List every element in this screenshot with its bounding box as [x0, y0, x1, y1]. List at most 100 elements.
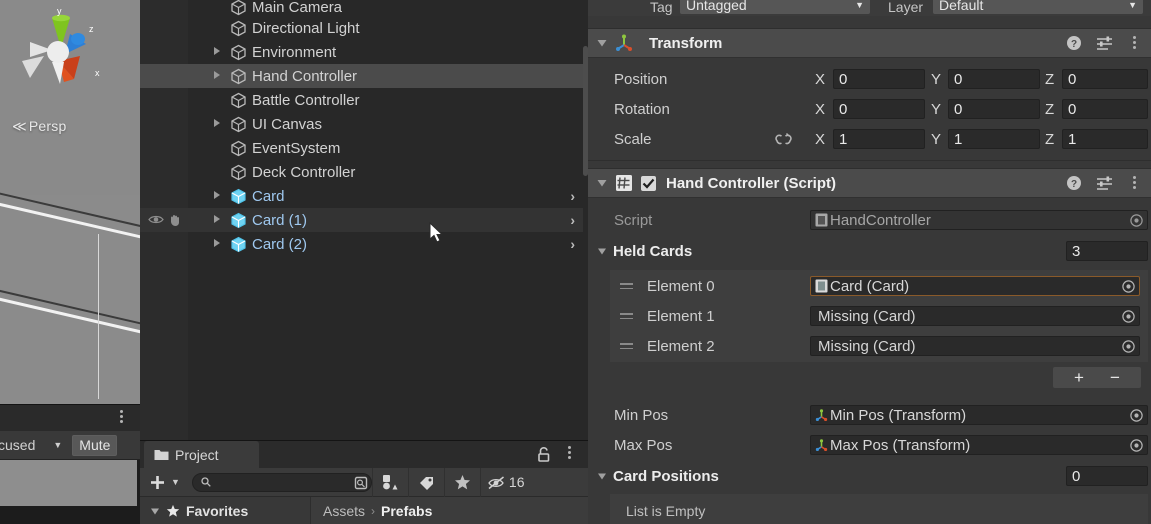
hierarchy-item-main-camera[interactable]: Main Camera [140, 0, 588, 16]
foldout-triangle-icon[interactable] [150, 506, 160, 516]
scale-y-field[interactable]: 1 [948, 129, 1040, 149]
position-y-field[interactable]: 0 [948, 69, 1040, 89]
open-prefab-chevron-icon[interactable]: › [570, 188, 575, 204]
component-header-transform[interactable]: Transform ? [588, 28, 1151, 58]
svg-text:?: ? [1071, 179, 1077, 190]
hand-controller-enabled-checkbox[interactable] [641, 175, 656, 191]
expand-twisty-icon[interactable] [212, 46, 224, 58]
project-filter-label[interactable] [407, 467, 444, 497]
project-more-options-icon[interactable] [562, 446, 576, 462]
expand-twisty-icon[interactable] [212, 190, 224, 202]
tag-dropdown[interactable]: Untagged ▼ [680, 0, 870, 14]
transform-rotation-row: Rotation X 0 Y 0 Z 0 [588, 94, 1151, 124]
breadcrumb-item-prefabs[interactable]: Prefabs [381, 503, 432, 519]
hand-controller-header-icons: ? [1066, 175, 1141, 191]
game-view-focus-dropdown[interactable]: cused ▼ [0, 435, 66, 456]
transform-position-row: Position X 0 Y 0 Z 0 [588, 64, 1151, 94]
scene-projection-mode[interactable]: ≪ Persp [12, 118, 66, 135]
hidden-eye-icon [488, 475, 504, 489]
rotation-z-field[interactable]: 0 [1062, 99, 1148, 119]
gameobject-icon [231, 164, 246, 180]
visibility-toggle-icon[interactable] [148, 214, 164, 225]
project-filter-asset-type[interactable] [371, 467, 408, 497]
hierarchy-item-deck-controller[interactable]: Deck Controller [140, 160, 588, 184]
max-pos-object-field[interactable]: Max Pos (Transform) [810, 435, 1148, 455]
array-add-button[interactable]: + [1061, 369, 1097, 386]
scale-link-broken-icon[interactable] [774, 133, 793, 146]
foldout-triangle-icon[interactable] [597, 471, 607, 481]
help-icon[interactable]: ? [1066, 35, 1082, 51]
hierarchy-item-card[interactable]: Card › [140, 184, 588, 208]
scale-x-field[interactable]: 1 [833, 129, 925, 149]
hierarchy-item-battle-controller[interactable]: Battle Controller [140, 88, 588, 112]
position-z-field[interactable]: 0 [1062, 69, 1148, 89]
hierarchy-panel[interactable]: Main Camera Directional Light Environment H… [140, 0, 588, 440]
tab-project[interactable]: Project [144, 441, 259, 468]
rotation-x-field[interactable]: 0 [833, 99, 925, 119]
project-search-input[interactable] [191, 472, 372, 492]
element-1-object-field[interactable]: Missing (Card) [810, 306, 1140, 326]
help-icon[interactable]: ? [1066, 175, 1082, 191]
transform-more-options-icon[interactable] [1127, 35, 1141, 51]
object-picker-icon[interactable] [1130, 213, 1143, 227]
open-prefab-chevron-icon[interactable]: › [570, 236, 575, 252]
element-2-object-field[interactable]: Missing (Card) [810, 336, 1140, 356]
mute-audio-button[interactable]: Mute [72, 434, 118, 456]
rotation-y-value: 0 [954, 100, 963, 118]
breadcrumb-item-assets[interactable]: Assets [323, 503, 365, 519]
element-1-value: Missing (Card) [818, 307, 916, 325]
position-z-value: 0 [1068, 70, 1077, 88]
held-cards-size-field[interactable]: 3 [1066, 241, 1148, 261]
object-picker-icon[interactable] [1122, 339, 1135, 353]
object-picker-icon[interactable] [1122, 309, 1135, 323]
reorder-grip-icon[interactable] [620, 283, 633, 291]
foldout-triangle-icon[interactable] [597, 246, 607, 256]
project-hidden-items[interactable]: 16 [479, 467, 525, 497]
min-pos-object-field[interactable]: Min Pos (Transform) [810, 405, 1148, 425]
hierarchy-item-eventsystem[interactable]: EventSystem [140, 136, 588, 160]
object-picker-icon[interactable] [1130, 438, 1143, 452]
expand-twisty-icon[interactable] [212, 118, 224, 130]
hierarchy-item-ui-canvas[interactable]: UI Canvas [140, 112, 588, 136]
component-header-hand-controller[interactable]: Hand Controller (Script) ? [588, 168, 1151, 198]
scene-view-viewport[interactable]: y z x ≪ Persp [0, 0, 140, 404]
create-asset-button[interactable]: ▼ [150, 475, 180, 490]
position-x-field[interactable]: 0 [833, 69, 925, 89]
reorder-grip-icon[interactable] [620, 313, 633, 321]
hand-controller-more-options-icon[interactable] [1127, 175, 1141, 191]
game-view-render[interactable] [0, 460, 140, 524]
layer-label: Layer [888, 0, 924, 15]
array-remove-button[interactable]: − [1097, 369, 1133, 386]
hierarchy-item-card-1[interactable]: Card (1) › [140, 208, 588, 232]
search-picker-icon[interactable] [353, 475, 369, 491]
rotation-z-value: 0 [1068, 100, 1077, 118]
lock-icon[interactable] [536, 446, 552, 463]
preset-icon[interactable] [1096, 35, 1113, 51]
hierarchy-item-directional-light[interactable]: Directional Light [140, 16, 588, 40]
expand-twisty-icon[interactable] [212, 70, 224, 82]
element-0-object-field[interactable]: Card (Card) [810, 276, 1140, 296]
expand-twisty-icon[interactable] [212, 238, 224, 250]
game-view-more-options-icon[interactable] [114, 410, 128, 426]
project-filter-favorites[interactable] [443, 467, 480, 497]
preset-icon[interactable] [1096, 175, 1113, 191]
expand-twisty-icon[interactable] [212, 214, 224, 226]
foldout-triangle-icon[interactable] [596, 37, 608, 49]
object-picker-icon[interactable] [1122, 279, 1135, 293]
layer-dropdown[interactable]: Default ▼ [933, 0, 1143, 14]
object-picker-icon[interactable] [1130, 408, 1143, 422]
hierarchy-item-environment[interactable]: Environment [140, 40, 588, 64]
open-prefab-chevron-icon[interactable]: › [570, 212, 575, 228]
pickability-toggle-icon[interactable] [168, 213, 183, 227]
reorder-grip-icon[interactable] [620, 343, 633, 351]
scene-view-gizmo[interactable]: y z x [8, 4, 108, 94]
foldout-triangle-icon[interactable] [596, 177, 608, 189]
project-favorites-row[interactable]: Favorites [140, 497, 310, 524]
card-positions-size-field[interactable]: 0 [1066, 466, 1148, 486]
hierarchy-item-hand-controller[interactable]: Hand Controller [140, 64, 588, 88]
rotation-label: Rotation [614, 100, 670, 118]
hierarchy-item-card-2[interactable]: Card (2) › [140, 232, 588, 256]
gameobject-icon [231, 20, 246, 36]
rotation-y-field[interactable]: 0 [948, 99, 1040, 119]
scale-z-field[interactable]: 1 [1062, 129, 1148, 149]
